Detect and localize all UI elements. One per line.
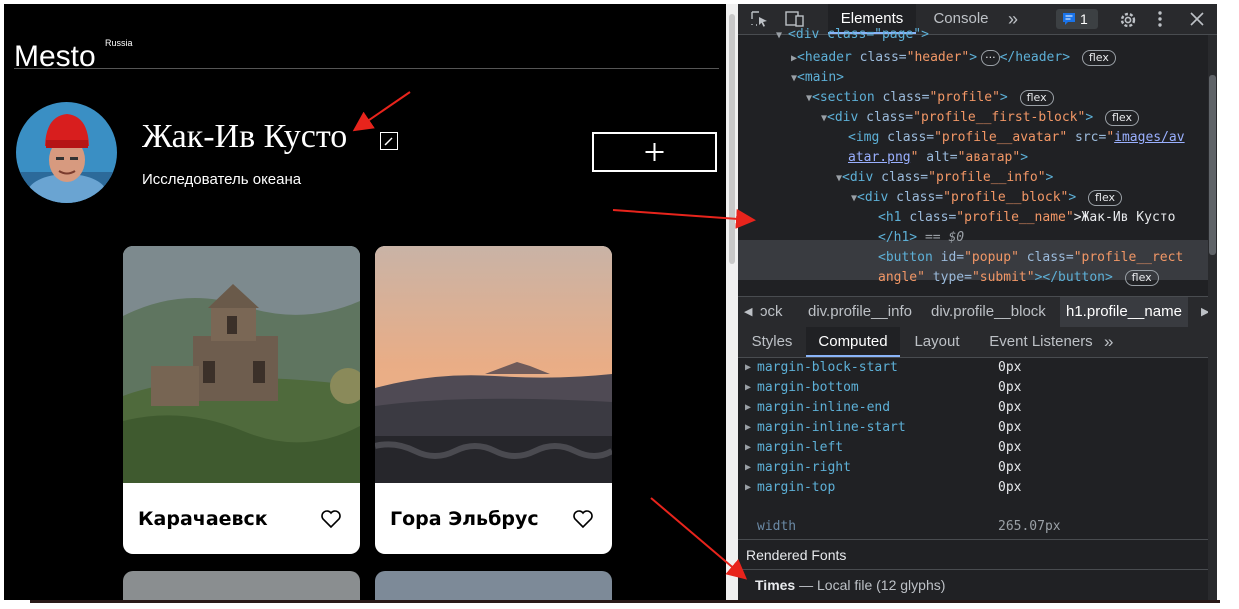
expand-triangle-icon[interactable]: ▶ [745, 418, 751, 438]
dom-node-profile-name-close[interactable]: </h1> == $0 [878, 228, 964, 248]
dom-node-main[interactable]: ▼<main> [791, 68, 844, 88]
window-edge [1217, 0, 1239, 609]
logo-superscript: Russia [105, 38, 133, 48]
add-card-button[interactable] [592, 132, 717, 172]
computed-property-row[interactable]: ▶ margin-inline-end 0px [738, 398, 1217, 418]
header-divider [14, 68, 719, 69]
computed-property-row[interactable]: ▶ margin-right 0px [738, 458, 1217, 478]
devtools-scrollbar-thumb[interactable] [1209, 75, 1216, 255]
pencil-icon [384, 137, 393, 146]
computed-property-row[interactable]: ▶ margin-left 0px [738, 438, 1217, 458]
computed-property-row[interactable]: ▶ margin-bottom 0px [738, 378, 1217, 398]
close-icon[interactable] [1190, 12, 1204, 26]
taskbar-strip [30, 600, 1220, 603]
dom-node-profile-block[interactable]: ▼<div class="profile__block"> flex [851, 188, 1123, 208]
computed-property-row[interactable]: ▶ margin-block-start 0px [738, 358, 1217, 378]
subtab-computed[interactable]: Computed [806, 327, 900, 357]
page-scrollbar[interactable] [726, 4, 738, 600]
expand-triangle-icon[interactable]: ▶ [745, 478, 751, 498]
more-subtabs-button[interactable]: » [1104, 327, 1124, 357]
breadcrumb-item[interactable]: ɔck [760, 297, 783, 327]
devtools-scrollbar[interactable] [1208, 35, 1217, 600]
breadcrumb-item[interactable]: h1.profile__name [1060, 297, 1188, 327]
flex-badge[interactable]: flex [1019, 90, 1054, 106]
place-card: Карачаевск [123, 246, 360, 554]
plus-icon [645, 143, 664, 161]
page-viewport: Mesto Russia Жак-Ив Кусто Исследователь … [4, 4, 726, 600]
more-tabs-button[interactable]: » [1008, 4, 1028, 34]
dom-node-popup-button-cont[interactable]: angle" type="submit"></button> flex [878, 268, 1159, 288]
subtab-event-listeners[interactable]: Event Listeners [984, 327, 1098, 357]
expand-triangle-icon[interactable]: ▶ [745, 398, 751, 418]
issues-badge[interactable]: 1 [1056, 9, 1098, 29]
avatar-src-link[interactable]: images/av [1114, 130, 1184, 145]
profile-description: Исследователь океана [142, 171, 302, 188]
tab-console[interactable]: Console [918, 4, 1004, 34]
breadcrumb: ◀ ɔck div.profile__info div.profile__blo… [738, 296, 1217, 328]
dom-triangle-icon: ▼ [776, 30, 789, 41]
breadcrumb-scroll-left-icon[interactable]: ◀ [744, 297, 752, 327]
expand-triangle-icon[interactable]: ▶ [745, 438, 751, 458]
subtab-layout[interactable]: Layout [906, 327, 968, 357]
dom-node-profile-first-block[interactable]: ▼<div class="profile__first-block"> flex [821, 108, 1139, 128]
heart-icon[interactable] [572, 509, 594, 529]
message-icon [1063, 13, 1075, 25]
flex-badge[interactable]: flex [1124, 270, 1159, 286]
computed-property-row[interactable]: ▶ margin-top 0px [738, 478, 1217, 498]
card-title: Карачаевск [138, 508, 268, 530]
breadcrumb-item[interactable]: div.profile__info [808, 297, 912, 327]
styles-subtabs: Styles Computed Layout Event Listeners » [738, 327, 1217, 358]
devtools-panel: Elements Console » 1 ▼ <div class="page"… [738, 4, 1217, 600]
inspect-element-icon[interactable] [750, 10, 770, 28]
rendered-font-name: Times [755, 577, 796, 593]
rendered-fonts-title: Rendered Fonts [738, 539, 1217, 569]
card-photo-elbrus[interactable] [375, 246, 612, 483]
heart-icon[interactable] [320, 509, 342, 529]
rendered-font-row: Times — Local file (12 glyphs) [738, 569, 1217, 599]
subtab-styles[interactable]: Styles [744, 327, 800, 357]
expand-triangle-icon[interactable]: ▶ [745, 458, 751, 478]
collapsed-ellipsis[interactable]: ··· [981, 50, 1000, 66]
dom-node-section-profile[interactable]: ▼<section class="profile"> flex [806, 88, 1054, 108]
expand-triangle-icon[interactable]: ▶ [745, 358, 751, 378]
expand-triangle-icon[interactable]: ▶ [745, 378, 751, 398]
page-scrollbar-thumb[interactable] [729, 14, 735, 264]
place-card [375, 571, 612, 600]
dom-node-profile-name[interactable]: <h1 class="profile__name">Жак-Ив Кусто [878, 208, 1175, 228]
gear-icon[interactable] [1118, 10, 1138, 30]
dom-node-popup-button[interactable]: <button id="popup" class="profile__rect [878, 248, 1183, 268]
computed-property-row-width[interactable]: width 265.07px [738, 517, 1217, 537]
card-title: Гора Эльбрус [390, 508, 539, 530]
profile-name: Жак-Ив Кусто [142, 118, 348, 155]
flex-badge[interactable]: flex [1104, 110, 1139, 126]
card-photo-karachaevsk[interactable] [123, 246, 360, 483]
breadcrumb-item[interactable]: div.profile__block [931, 297, 1046, 327]
flex-badge[interactable]: flex [1088, 190, 1123, 206]
edit-profile-button[interactable] [380, 132, 398, 150]
dom-tree: ▼ <div class="page"> ▶<header class="hea… [738, 27, 1217, 295]
kebab-menu-icon[interactable] [1156, 10, 1164, 28]
dom-node-page[interactable]: ▼ <div class="page"> [776, 25, 929, 45]
issues-count: 1 [1080, 11, 1088, 27]
computed-property-row[interactable]: ▶ margin-inline-start 0px [738, 418, 1217, 438]
rendered-font-detail: — Local file (12 glyphs) [799, 577, 946, 593]
dom-node-profile-avatar[interactable]: <img class="profile__avatar" src="images… [848, 128, 1185, 148]
place-card: Гора Эльбрус [375, 246, 612, 554]
profile-avatar [16, 102, 117, 203]
avatar-src-link[interactable]: atar.png [848, 150, 911, 165]
computed-properties: ▶ margin-block-start 0px ▶ margin-bottom… [738, 358, 1217, 498]
place-card [123, 571, 360, 600]
dom-node-profile-info[interactable]: ▼<div class="profile__info"> [836, 168, 1053, 188]
flex-badge[interactable]: flex [1081, 50, 1116, 66]
dom-node-header[interactable]: ▶<header class="header"> ··· </header> fle… [791, 48, 1116, 68]
dom-node-profile-avatar-cont[interactable]: atar.png" alt="аватар"> [848, 148, 1028, 168]
